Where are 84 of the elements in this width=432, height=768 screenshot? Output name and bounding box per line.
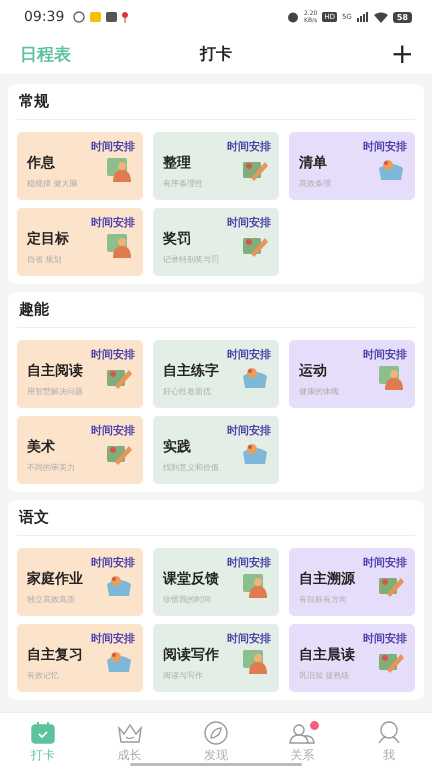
schedule-label: 时间安排 <box>91 140 135 153</box>
activity-tile[interactable]: 时间安排 阅读写作 阅读与写作 <box>153 624 279 692</box>
activity-tile[interactable]: 时间安排 定目标 自省 规划 <box>17 208 143 276</box>
section-title: 语文 <box>17 506 415 536</box>
add-button[interactable]: + <box>390 40 414 68</box>
people-icon <box>289 722 316 744</box>
illustration-icon <box>241 648 269 674</box>
tile-description: 自省 规划 <box>27 254 62 265</box>
illustration-icon <box>105 156 133 182</box>
illustration-icon <box>105 232 133 258</box>
schedule-label: 时间安排 <box>363 632 407 645</box>
tile-title: 定目标 <box>27 230 69 248</box>
schedule-label: 时间安排 <box>227 348 271 361</box>
tile-title: 美术 <box>27 438 55 456</box>
signal-icon <box>356 12 369 22</box>
tile-title: 奖罚 <box>163 230 191 248</box>
schedule-label: 时间安排 <box>91 556 135 569</box>
schedule-label: 时间安排 <box>91 632 135 645</box>
status-time: 09:39 <box>24 9 64 25</box>
activity-tile[interactable]: 时间安排 作息 稳规律 健大脑 <box>17 132 143 200</box>
tile-title: 家庭作业 <box>27 570 83 588</box>
activity-tile[interactable]: 时间安排 实践 找到意义和价值 <box>153 416 279 484</box>
tile-description: 用智慧解决问题 <box>27 386 83 397</box>
activity-tile[interactable]: 时间安排 整理 有序条理性 <box>153 132 279 200</box>
page-title: 打卡 <box>200 44 232 64</box>
tile-description: 有效记忆 <box>27 670 59 681</box>
tile-description: 有目标有方向 <box>299 594 347 605</box>
activity-tile[interactable]: 时间安排 家庭作业 独立高效高质 <box>17 548 143 616</box>
activity-tile[interactable]: 时间安排 自主晨读 巩旧知 提熟练 <box>289 624 415 692</box>
activity-tile[interactable]: 时间安排 自主阅读 用智慧解决问题 <box>17 340 143 408</box>
activity-tile[interactable]: 时间安排 运动 健康的体魄 <box>289 340 415 408</box>
tile-title: 作息 <box>27 154 55 172</box>
section-title: 常规 <box>17 90 415 120</box>
person-icon <box>376 721 401 745</box>
schedule-label: 时间安排 <box>91 216 135 229</box>
schedule-label: 时间安排 <box>91 348 135 361</box>
schedule-label: 时间安排 <box>91 424 135 437</box>
tile-description: 巩旧知 提熟练 <box>299 670 350 681</box>
tile-title: 自主阅读 <box>27 362 83 380</box>
tile-description: 健康的体魄 <box>299 386 339 397</box>
activity-tile[interactable]: 时间安排 自主溯源 有目标有方向 <box>289 548 415 616</box>
tile-description: 找到意义和价值 <box>163 462 219 473</box>
tile-title: 自主练字 <box>163 362 219 380</box>
activity-tile[interactable]: 时间安排 自主复习 有效记忆 <box>17 624 143 692</box>
schedule-label: 时间安排 <box>227 140 271 153</box>
tile-description: 独立高效高质 <box>27 594 75 605</box>
schedule-label: 时间安排 <box>227 216 271 229</box>
tile-title: 自主复习 <box>27 646 83 664</box>
section-title: 趣能 <box>17 298 415 328</box>
wifi-icon <box>374 12 388 22</box>
tile-description: 稳规律 健大脑 <box>27 178 78 189</box>
tile-title: 实践 <box>163 438 191 456</box>
tile-description: 高效条理 <box>299 178 331 189</box>
schedule-label: 时间安排 <box>227 424 271 437</box>
activity-tile[interactable]: 时间安排 课堂反馈 珍惜我的时间 <box>153 548 279 616</box>
crown-icon <box>116 722 143 744</box>
illustration-icon <box>377 364 405 390</box>
activity-tile[interactable]: 时间安排 奖罚 记录特别奖与罚 <box>153 208 279 276</box>
tile-description: 好心性卷面优 <box>163 386 211 397</box>
schedule-label: 时间安排 <box>363 556 407 569</box>
tile-title: 运动 <box>299 362 327 380</box>
schedule-label: 时间安排 <box>227 556 271 569</box>
tile-description: 阅读与写作 <box>163 670 203 681</box>
tile-description: 有序条理性 <box>163 178 203 189</box>
schedule-label: 时间安排 <box>363 348 407 361</box>
tile-title: 整理 <box>163 154 191 172</box>
location-pin-icon <box>122 12 128 22</box>
illustration-icon <box>241 572 269 598</box>
activity-tile[interactable]: 时间安排 清单 高效条理 <box>289 132 415 200</box>
compass-icon <box>204 721 228 745</box>
battery-icon: 58 <box>392 12 412 22</box>
schedule-label: 时间安排 <box>363 140 407 153</box>
schedule-label: 时间安排 <box>227 632 271 645</box>
activity-tile[interactable]: 时间安排 美术 不同的审美力 <box>17 416 143 484</box>
tile-title: 课堂反馈 <box>163 570 219 588</box>
tile-description: 不同的审美力 <box>27 462 75 473</box>
tile-title: 自主晨读 <box>299 646 355 664</box>
calendar-check-icon <box>31 722 56 744</box>
tile-title: 自主溯源 <box>299 570 355 588</box>
activity-tile[interactable]: 时间安排 自主练字 好心性卷面优 <box>153 340 279 408</box>
tile-description: 记录特别奖与罚 <box>163 254 219 265</box>
tile-description: 珍惜我的时间 <box>163 594 211 605</box>
tile-title: 阅读写作 <box>163 646 219 664</box>
tile-title: 清单 <box>299 154 327 172</box>
